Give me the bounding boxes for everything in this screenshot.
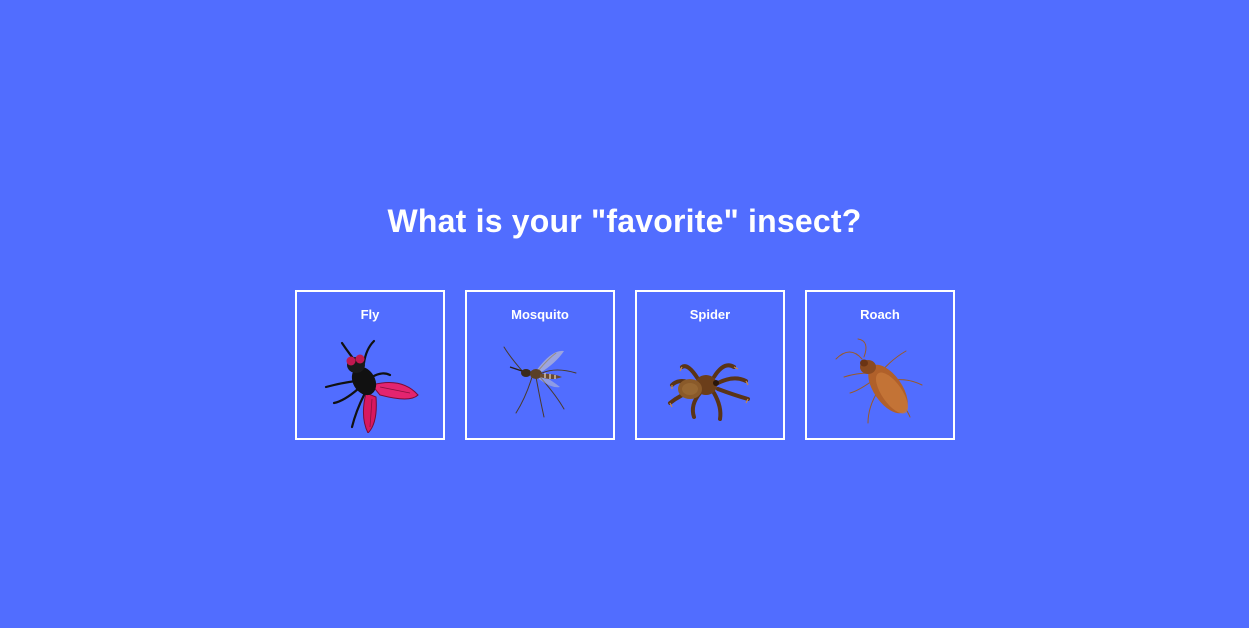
choice-label: Roach bbox=[860, 307, 900, 322]
choice-list: Fly Mosquito Spider Roach bbox=[295, 290, 955, 440]
choice-label: Spider bbox=[689, 307, 731, 322]
choice-mosquito[interactable]: Mosquito bbox=[465, 290, 615, 440]
roach-icon bbox=[835, 338, 923, 424]
insect-quiz-page: What is your "favorite" insect? Fly Mosq… bbox=[0, 0, 1249, 628]
mosquito-icon bbox=[503, 346, 577, 418]
choice-label: Mosquito bbox=[511, 307, 569, 322]
fly-icon bbox=[324, 339, 419, 433]
question-title: What is your "favorite" insect? bbox=[387, 203, 862, 239]
choice-fly[interactable]: Fly bbox=[295, 290, 445, 440]
choice-label: Fly bbox=[360, 307, 380, 322]
choice-roach[interactable]: Roach bbox=[805, 290, 955, 440]
spider-icon bbox=[668, 363, 750, 421]
choice-spider[interactable]: Spider bbox=[635, 290, 785, 440]
